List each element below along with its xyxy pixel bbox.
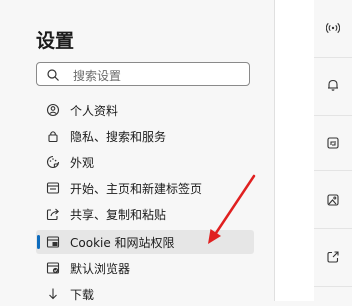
row-divider [314, 115, 352, 116]
row-divider [314, 286, 352, 287]
share-icon [46, 208, 60, 221]
settings-sidebar: 设置 搜索设置 个人资料 隐私、搜索和服务 外观 开始、主页和新建标签页 共享、… [0, 0, 274, 302]
sidebar-item-label: 默认浏览器 [70, 261, 131, 276]
broadcast-icon[interactable] [326, 21, 340, 35]
sidebar-item-label: Cookie 和网站权限 [70, 235, 175, 250]
search-icon [47, 69, 59, 81]
sidebar-item-label: 开始、主页和新建标签页 [70, 181, 203, 196]
site-permissions-icon [46, 236, 60, 248]
sidebar-item-share-copy-paste[interactable]: 共享、复制和粘贴 [36, 202, 254, 226]
sidebar-item-label: 外观 [70, 155, 95, 170]
row-divider [314, 57, 352, 58]
settings-tile-icon[interactable] [326, 136, 340, 150]
download-icon [49, 288, 57, 300]
sidebar-item-cookies-site-permissions[interactable]: Cookie 和网站权限 [36, 230, 254, 254]
sidebar-item-profile[interactable]: 个人资料 [36, 98, 254, 122]
sidebar-item-appearance[interactable]: 外观 [36, 150, 254, 174]
lock-icon [48, 131, 58, 143]
active-indicator [37, 235, 40, 249]
page-title: 设置 [36, 30, 75, 52]
row-divider [314, 228, 352, 229]
sidebar-item-downloads[interactable]: 下载 [36, 282, 254, 306]
appearance-icon [46, 155, 60, 169]
sidebar-item-label: 共享、复制和粘贴 [70, 207, 167, 222]
sidebar-item-default-browser[interactable]: 默认浏览器 [36, 256, 254, 280]
external-link-icon[interactable] [326, 250, 340, 264]
sidebar-item-label: 下载 [70, 287, 95, 302]
row-divider [314, 170, 352, 171]
bell-icon[interactable] [326, 78, 340, 92]
sidebar-item-privacy[interactable]: 隐私、搜索和服务 [36, 124, 254, 148]
sidebar-item-label: 隐私、搜索和服务 [70, 129, 167, 144]
home-icon [46, 182, 60, 194]
search-placeholder: 搜索设置 [73, 69, 122, 83]
sidebar-item-start-home-newtab[interactable]: 开始、主页和新建标签页 [36, 176, 254, 200]
search-input[interactable]: 搜索设置 [36, 62, 250, 86]
default-browser-icon [46, 262, 60, 274]
profile-icon [46, 103, 60, 117]
image-icon[interactable] [326, 193, 340, 207]
sidebar-item-label: 个人资料 [70, 103, 119, 118]
